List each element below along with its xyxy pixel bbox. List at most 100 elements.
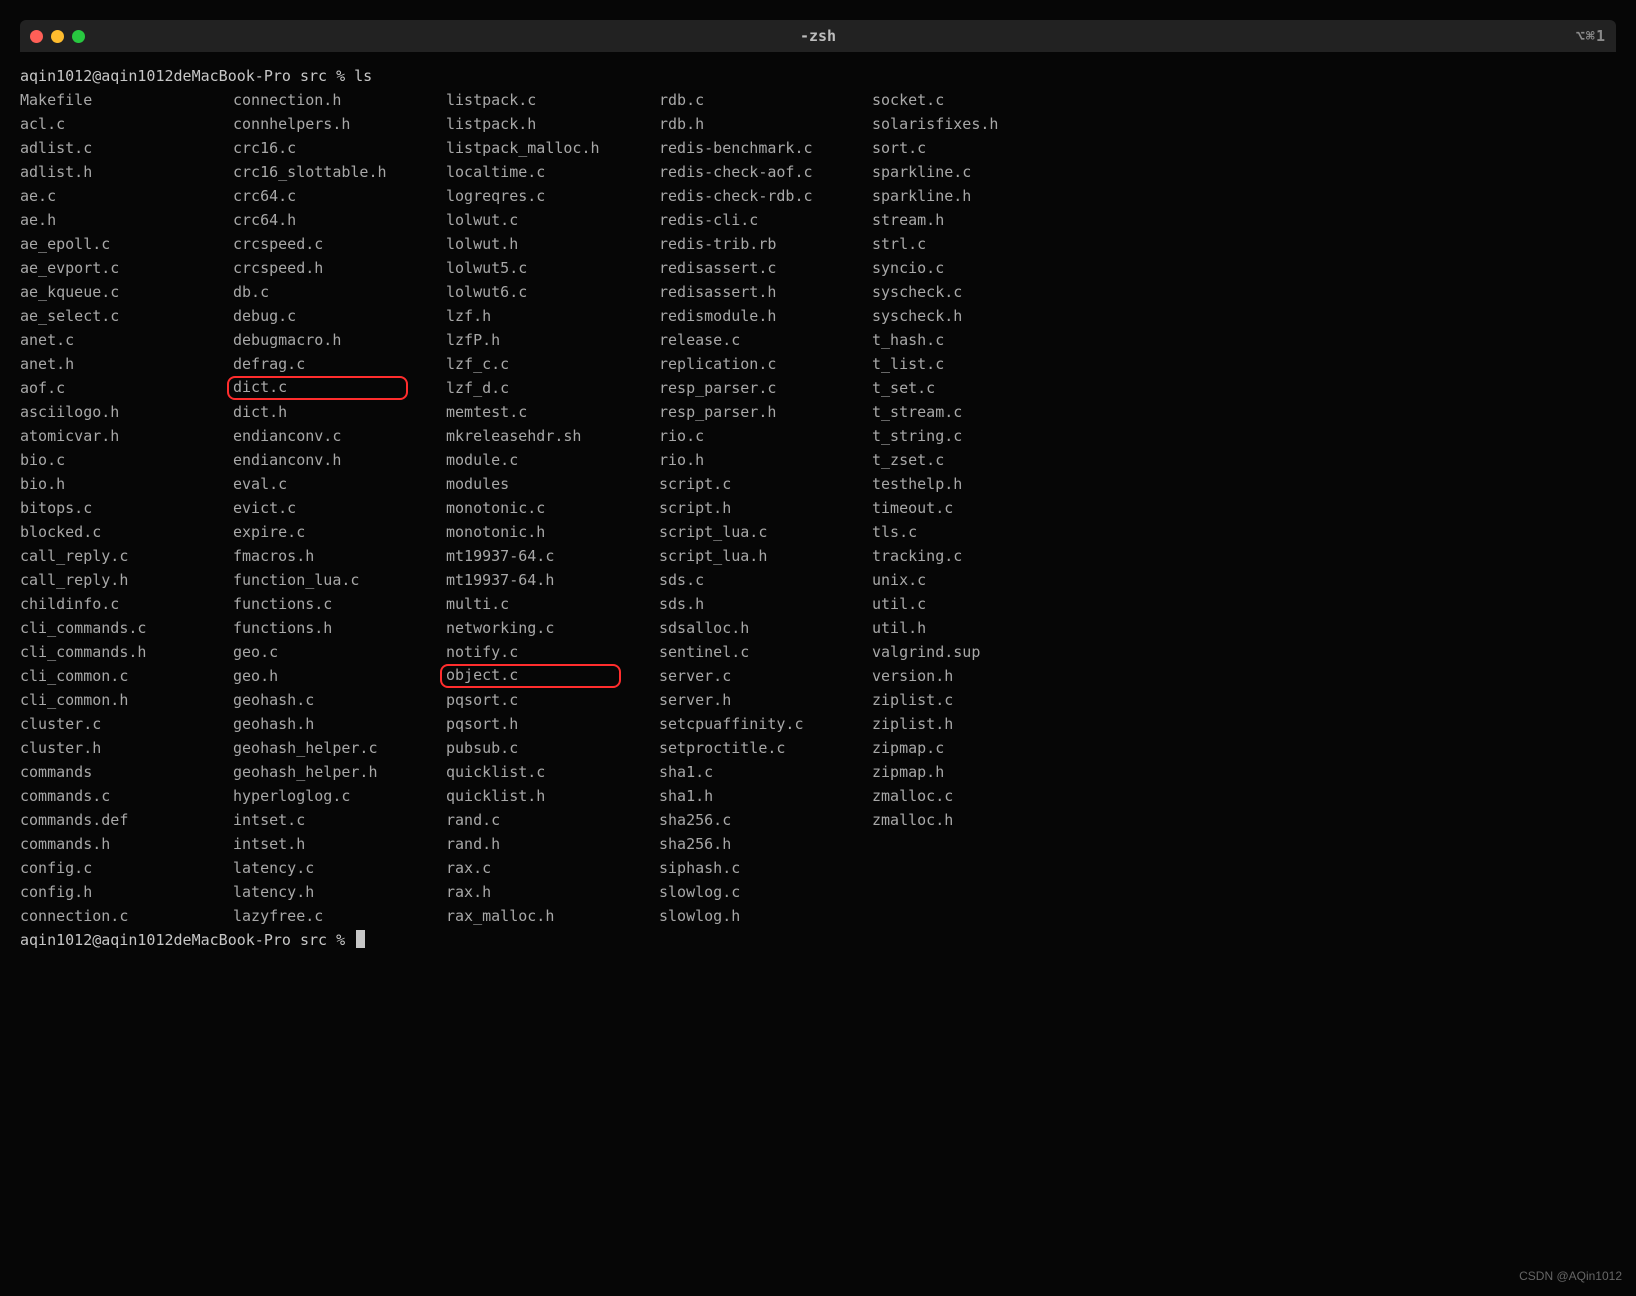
file-entry: sdsalloc.h bbox=[659, 616, 834, 640]
zoom-icon[interactable] bbox=[72, 30, 85, 43]
file-entry: server.c bbox=[659, 664, 834, 688]
file-entry: cli_common.h bbox=[20, 688, 195, 712]
file-entry: sha1.c bbox=[659, 760, 834, 784]
file-entry: pqsort.h bbox=[446, 712, 621, 736]
file-entry: ae_select.c bbox=[20, 304, 195, 328]
file-entry: rand.c bbox=[446, 808, 621, 832]
file-entry: cluster.h bbox=[20, 736, 195, 760]
file-entry: blocked.c bbox=[20, 520, 195, 544]
file-entry: evict.c bbox=[233, 496, 408, 520]
file-entry: lzf.h bbox=[446, 304, 621, 328]
file-entry: commands.c bbox=[20, 784, 195, 808]
file-entry: resp_parser.h bbox=[659, 400, 834, 424]
file-entry: rax_malloc.h bbox=[446, 904, 621, 928]
file-entry: fmacros.h bbox=[233, 544, 408, 568]
prompt-cwd: src bbox=[300, 67, 327, 85]
file-entry: mt19937-64.c bbox=[446, 544, 621, 568]
file-entry: rand.h bbox=[446, 832, 621, 856]
file-entry: aof.c bbox=[20, 376, 195, 400]
file-entry: sha256.c bbox=[659, 808, 834, 832]
window-title: -zsh bbox=[20, 24, 1616, 48]
file-entry: redisassert.c bbox=[659, 256, 834, 280]
file-entry: dict.h bbox=[233, 400, 408, 424]
file-entry: asciilogo.h bbox=[20, 400, 195, 424]
file-entry: memtest.c bbox=[446, 400, 621, 424]
file-entry: lzf_d.c bbox=[446, 376, 621, 400]
window-shortcut-hint: ⌥⌘1 bbox=[1576, 24, 1606, 48]
minimize-icon[interactable] bbox=[51, 30, 64, 43]
file-entry: debugmacro.h bbox=[233, 328, 408, 352]
prompt-symbol: % bbox=[336, 67, 345, 85]
file-entry: multi.c bbox=[446, 592, 621, 616]
file-entry: sds.c bbox=[659, 568, 834, 592]
file-entry: rax.h bbox=[446, 880, 621, 904]
prompt-line-1: aqin1012@aqin1012deMacBook-Pro src % ls bbox=[20, 64, 1616, 88]
file-entry: object.c bbox=[440, 664, 621, 688]
file-entry: sds.h bbox=[659, 592, 834, 616]
file-entry: testhelp.h bbox=[872, 472, 1047, 496]
file-entry: expire.c bbox=[233, 520, 408, 544]
file-entry: commands bbox=[20, 760, 195, 784]
file-entry: crc64.c bbox=[233, 184, 408, 208]
ls-col-3: listpack.clistpack.hlistpack_malloc.hloc… bbox=[446, 88, 621, 928]
file-entry: endianconv.c bbox=[233, 424, 408, 448]
file-entry: logreqres.c bbox=[446, 184, 621, 208]
file-entry: release.c bbox=[659, 328, 834, 352]
file-entry: util.c bbox=[872, 592, 1047, 616]
file-entry: syscheck.h bbox=[872, 304, 1047, 328]
file-entry: timeout.c bbox=[872, 496, 1047, 520]
file-entry: zipmap.c bbox=[872, 736, 1047, 760]
file-entry: modules bbox=[446, 472, 621, 496]
file-entry: ae_evport.c bbox=[20, 256, 195, 280]
file-entry: ae_epoll.c bbox=[20, 232, 195, 256]
prompt-user-host: aqin1012@aqin1012deMacBook-Pro bbox=[20, 67, 291, 85]
file-entry: sort.c bbox=[872, 136, 1047, 160]
file-entry: quicklist.h bbox=[446, 784, 621, 808]
file-entry: hyperloglog.c bbox=[233, 784, 408, 808]
file-entry: connection.c bbox=[20, 904, 195, 928]
file-entry: lolwut6.c bbox=[446, 280, 621, 304]
file-entry: ziplist.h bbox=[872, 712, 1047, 736]
file-entry: dict.c bbox=[227, 376, 408, 400]
file-entry: redismodule.h bbox=[659, 304, 834, 328]
file-entry: listpack_malloc.h bbox=[446, 136, 621, 160]
file-entry: endianconv.h bbox=[233, 448, 408, 472]
file-entry: bio.c bbox=[20, 448, 195, 472]
file-entry: replication.c bbox=[659, 352, 834, 376]
terminal-body[interactable]: aqin1012@aqin1012deMacBook-Pro src % ls … bbox=[20, 52, 1616, 972]
file-entry: connection.h bbox=[233, 88, 408, 112]
file-entry: cli_common.c bbox=[20, 664, 195, 688]
file-entry: redis-benchmark.c bbox=[659, 136, 834, 160]
file-entry: adlist.c bbox=[20, 136, 195, 160]
file-entry: adlist.h bbox=[20, 160, 195, 184]
file-entry: geohash_helper.h bbox=[233, 760, 408, 784]
file-entry: call_reply.h bbox=[20, 568, 195, 592]
file-entry: connhelpers.h bbox=[233, 112, 408, 136]
close-icon[interactable] bbox=[30, 30, 43, 43]
file-entry: rax.c bbox=[446, 856, 621, 880]
file-entry: crc16.c bbox=[233, 136, 408, 160]
file-entry: anet.h bbox=[20, 352, 195, 376]
file-entry: cluster.c bbox=[20, 712, 195, 736]
file-entry: t_stream.c bbox=[872, 400, 1047, 424]
file-entry: commands.h bbox=[20, 832, 195, 856]
file-entry: functions.h bbox=[233, 616, 408, 640]
file-entry: ae.c bbox=[20, 184, 195, 208]
file-entry: t_list.c bbox=[872, 352, 1047, 376]
file-entry: t_zset.c bbox=[872, 448, 1047, 472]
file-entry: util.h bbox=[872, 616, 1047, 640]
file-entry: rio.h bbox=[659, 448, 834, 472]
file-entry: db.c bbox=[233, 280, 408, 304]
file-entry: crcspeed.h bbox=[233, 256, 408, 280]
file-entry: eval.c bbox=[233, 472, 408, 496]
file-entry: defrag.c bbox=[233, 352, 408, 376]
file-entry: sha1.h bbox=[659, 784, 834, 808]
file-entry: zmalloc.h bbox=[872, 808, 1047, 832]
file-entry: redis-check-rdb.c bbox=[659, 184, 834, 208]
prompt-user-host: aqin1012@aqin1012deMacBook-Pro bbox=[20, 931, 291, 949]
file-entry: crc64.h bbox=[233, 208, 408, 232]
file-entry: atomicvar.h bbox=[20, 424, 195, 448]
file-entry: cli_commands.c bbox=[20, 616, 195, 640]
file-entry: quicklist.c bbox=[446, 760, 621, 784]
file-entry: rio.c bbox=[659, 424, 834, 448]
